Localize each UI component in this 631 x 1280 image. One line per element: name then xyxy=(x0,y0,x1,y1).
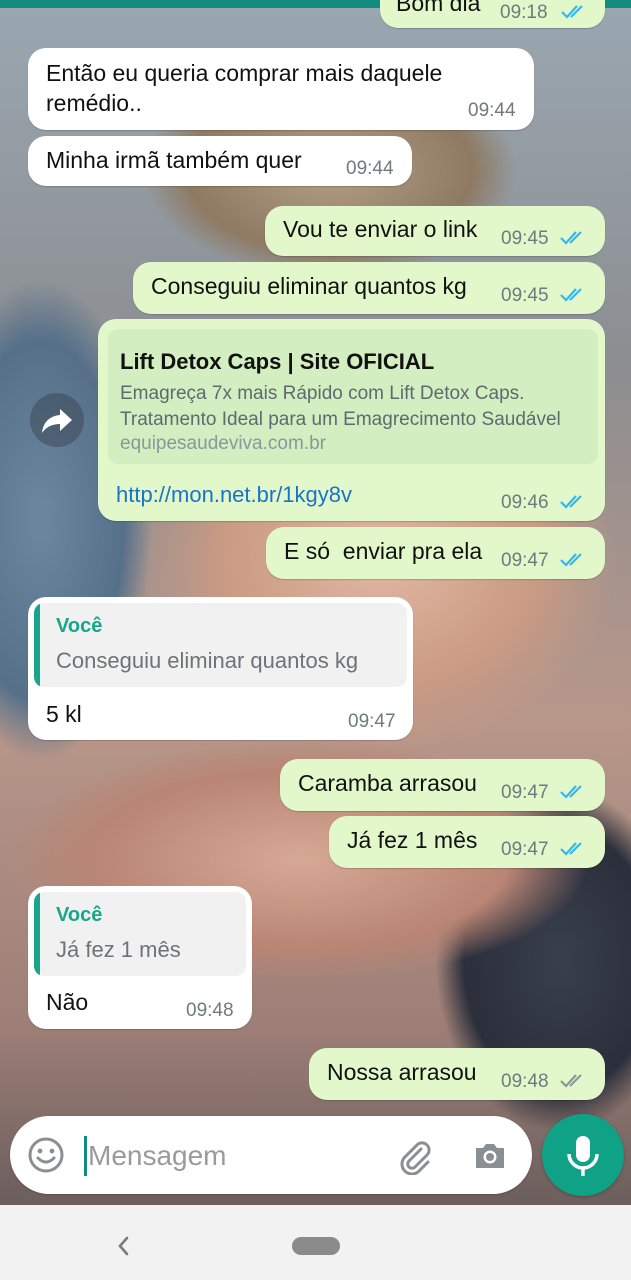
message-bubble-outgoing[interactable]: Já fez 1 mês 09:47 xyxy=(329,816,605,868)
emoji-icon[interactable] xyxy=(26,1135,66,1175)
message-link[interactable]: http://mon.net.br/1kgy8v xyxy=(116,482,352,508)
text-caret xyxy=(84,1136,87,1176)
message-text: Já fez 1 mês xyxy=(347,827,478,853)
message-time: 09:47 xyxy=(501,550,549,571)
message-time: 09:48 xyxy=(501,1071,549,1092)
message-bubble-outgoing[interactable]: Caramba arrasou 09:47 xyxy=(280,759,605,811)
message-time: 09:47 xyxy=(348,711,396,732)
delivered-ticks-icon xyxy=(560,1074,582,1088)
quote-accent-bar xyxy=(34,603,40,687)
message-bubble-reply[interactable]: Você Conseguiu eliminar quantos kg 5 kl … xyxy=(28,597,413,740)
message-text: Não xyxy=(46,989,89,1015)
message-bubble-outgoing[interactable]: E só enviar pra ela 09:47 xyxy=(266,527,605,579)
link-preview-description-line1: Emagreça 7x mais Rápido com Lift Detox C… xyxy=(120,383,525,404)
quote-accent-bar xyxy=(34,892,40,976)
message-text: Minha irmã também quer xyxy=(46,147,302,173)
read-ticks-icon xyxy=(560,785,582,799)
quoted-message[interactable]: Você Já fez 1 mês xyxy=(34,892,246,976)
read-ticks-icon xyxy=(560,231,582,245)
message-time: 09:46 xyxy=(501,492,549,513)
mic-icon xyxy=(567,1136,599,1176)
read-ticks-icon xyxy=(560,288,582,302)
message-text: E só enviar pra ela xyxy=(284,538,483,564)
message-time: 09:45 xyxy=(501,228,549,249)
message-text: Nossa arrasou xyxy=(327,1059,477,1085)
message-time: 09:44 xyxy=(468,100,516,121)
message-text: Vou te enviar o link xyxy=(283,216,478,242)
quote-author: Você xyxy=(56,904,103,926)
message-bubble-reply[interactable]: Você Já fez 1 mês Não 09:48 xyxy=(28,886,252,1029)
attach-icon[interactable] xyxy=(394,1135,434,1175)
mic-button[interactable] xyxy=(542,1114,624,1196)
message-time: 09:48 xyxy=(186,1000,234,1021)
link-preview-description: Emagreça 7x mais Rápido com Lift Detox C… xyxy=(120,381,585,433)
forward-button[interactable] xyxy=(30,393,84,447)
quote-text: Já fez 1 mês xyxy=(56,937,181,962)
link-preview-domain: equipesaudeviva.com.br xyxy=(120,433,326,454)
message-time: 09:18 xyxy=(500,2,548,23)
message-text: Caramba arrasou xyxy=(298,770,477,796)
message-text-line2: remédio.. xyxy=(46,90,142,116)
message-text: Conseguiu eliminar quantos kg xyxy=(151,273,467,299)
message-time: 09:44 xyxy=(346,158,394,179)
message-text: 5 kl xyxy=(46,701,82,727)
quote-text: Conseguiu eliminar quantos kg xyxy=(56,648,359,673)
message-bubble-incoming[interactable]: Então eu queria comprar mais daquele rem… xyxy=(28,48,534,130)
home-pill-icon[interactable] xyxy=(292,1237,340,1255)
message-input[interactable]: Mensagem xyxy=(88,1140,227,1172)
forward-icon xyxy=(42,409,72,433)
message-text-line1: Então eu queria comprar mais daquele xyxy=(46,60,443,86)
message-bubble-link[interactable]: Lift Detox Caps | Site OFICIAL Emagreça … xyxy=(98,319,605,521)
quote-author: Você xyxy=(56,615,103,637)
link-preview-title: Lift Detox Caps | Site OFICIAL xyxy=(120,349,435,374)
message-time: 09:45 xyxy=(501,285,549,306)
message-time: 09:47 xyxy=(501,839,549,860)
back-icon[interactable] xyxy=(112,1234,136,1258)
link-preview-description-line2: Tratamento Ideal para um Emagrecimento S… xyxy=(120,409,561,430)
quoted-message[interactable]: Você Conseguiu eliminar quantos kg xyxy=(34,603,407,687)
read-ticks-icon xyxy=(561,5,583,19)
message-bubble-outgoing[interactable]: Conseguiu eliminar quantos kg 09:45 xyxy=(133,262,605,314)
message-bubble-partial[interactable]: Bom dia 09:18 xyxy=(380,0,605,28)
read-ticks-icon xyxy=(560,553,582,567)
read-ticks-icon xyxy=(560,842,582,856)
message-text: Bom dia xyxy=(396,0,481,16)
read-ticks-icon xyxy=(560,495,582,509)
message-bubble-incoming[interactable]: Minha irmã também quer 09:44 xyxy=(28,136,412,186)
message-composer[interactable]: Mensagem xyxy=(10,1116,532,1194)
camera-icon[interactable] xyxy=(470,1135,510,1175)
link-preview-card[interactable]: Lift Detox Caps | Site OFICIAL Emagreça … xyxy=(108,329,598,464)
message-time: 09:47 xyxy=(501,782,549,803)
message-bubble-outgoing[interactable]: Nossa arrasou 09:48 xyxy=(309,1048,605,1100)
message-bubble-outgoing[interactable]: Vou te enviar o link 09:45 xyxy=(265,206,605,256)
